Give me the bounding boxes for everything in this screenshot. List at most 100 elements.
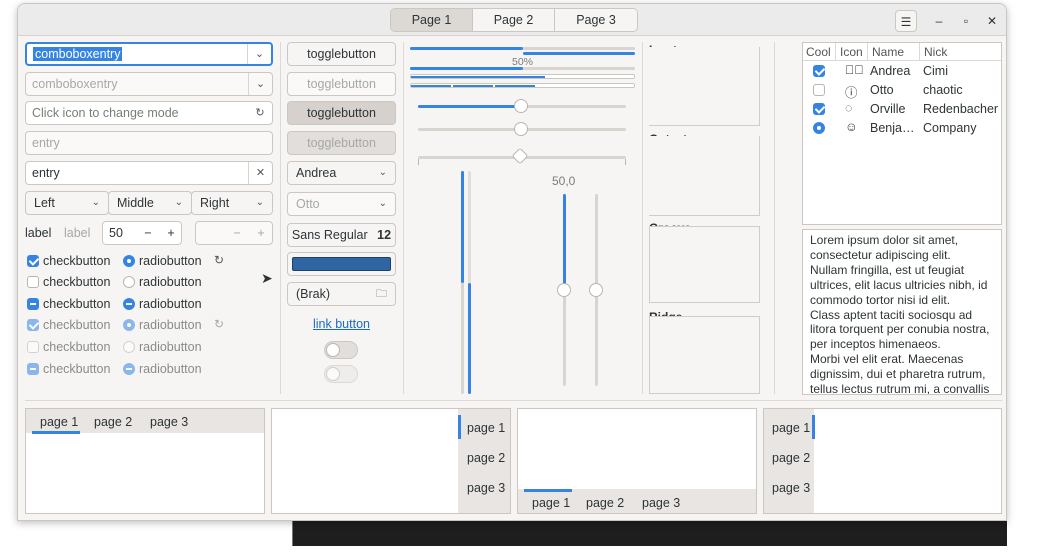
icon-entry[interactable]: Click icon to change mode ↻ [25, 101, 273, 125]
tab-page-1[interactable]: Page 1 [391, 9, 473, 31]
tree-row-2-nick: chaotic [923, 83, 963, 97]
column-header-icon[interactable]: Icon [840, 45, 863, 59]
radio-mixed[interactable] [123, 298, 135, 310]
window: Page 1 Page 2 Page 3 ☰ – ▫ ✕ comboboxent… [17, 3, 1007, 521]
notebook-2-tab-2[interactable]: page 2 [467, 451, 505, 465]
hscale-2-handle[interactable] [514, 122, 528, 136]
segment-right[interactable]: Right ⌄ [191, 191, 273, 215]
radiobutton-label: radiobutton [139, 254, 202, 268]
vprogress-2 [468, 171, 471, 394]
font-button[interactable]: Sans Regular 12 [287, 223, 396, 247]
minus-icon[interactable]: − [137, 222, 159, 244]
chevron-down-icon[interactable]: ⌄ [247, 44, 271, 64]
radio-unselected[interactable] [123, 276, 135, 288]
tab-page-3[interactable]: Page 3 [555, 9, 637, 31]
spin-button[interactable]: 50 − + [102, 221, 182, 245]
maximize-icon[interactable]: ▫ [955, 10, 977, 32]
text-line: tellus lectus rutrum mi, a convallis [810, 382, 990, 395]
notebook-2-tab-3[interactable]: page 3 [467, 481, 505, 495]
radio-selected[interactable] [813, 122, 825, 134]
checkbutton-6-disabled: checkbutton [27, 361, 110, 377]
frame-groove [649, 226, 760, 303]
entry-text: entry [32, 166, 60, 180]
notebook-1-tab-1[interactable]: page 1 [40, 415, 78, 429]
checkbutton-1[interactable]: checkbutton [27, 253, 110, 269]
notebook-3-tab-1[interactable]: page 1 [532, 496, 570, 510]
radiobutton-label: radiobutton [139, 297, 202, 311]
notebook-4-tab-2[interactable]: page 2 [772, 451, 810, 465]
link-button[interactable]: link button [287, 317, 396, 331]
spin-value: 50 [109, 226, 123, 240]
entry-disabled-placeholder: entry [32, 136, 60, 150]
clear-icon[interactable]: ✕ [248, 162, 272, 184]
combo-andrea[interactable]: Andrea ⌄ [287, 161, 396, 185]
color-button[interactable] [287, 252, 396, 276]
comboboxentry[interactable]: comboboxentry ⌄ [25, 42, 273, 66]
checkbutton-2[interactable]: checkbutton [27, 274, 110, 290]
radiobutton-1[interactable]: radiobutton [123, 253, 202, 269]
togglebutton-3-active[interactable]: togglebutton [287, 101, 396, 125]
column-header-cool[interactable]: Cool [806, 45, 831, 59]
progress-bar-3 [410, 67, 635, 70]
notebook-1-active-indicator [32, 431, 80, 434]
hamburger-icon[interactable]: ☰ [895, 10, 917, 32]
radio-unselected [123, 341, 135, 353]
checkbutton-3[interactable]: checkbutton [27, 296, 110, 312]
notebook-1-tab-3[interactable]: page 3 [150, 415, 188, 429]
radiobutton-label: radiobutton [139, 318, 202, 332]
refresh-icon[interactable]: ↻ [248, 102, 272, 124]
checkbox-unchecked[interactable] [813, 84, 825, 96]
chevron-down-icon: ⌄ [255, 197, 264, 208]
notebook-4-tab-3[interactable]: page 3 [772, 481, 810, 495]
checkbox-checked[interactable] [813, 103, 825, 115]
radiobutton-3[interactable]: radiobutton [123, 296, 202, 312]
radio-selected[interactable] [123, 255, 135, 267]
column-header-name[interactable]: Name [872, 45, 904, 59]
spin-button-disabled: − + [195, 221, 273, 245]
minimize-icon[interactable]: – [928, 10, 950, 32]
frame-inset [649, 47, 760, 126]
progress-bar-2 [410, 52, 635, 55]
notebook-3-tab-3[interactable]: page 3 [642, 496, 680, 510]
checkbox-unchecked[interactable] [27, 276, 39, 288]
file-chooser-button[interactable]: (Brak) 🗀 [287, 282, 396, 306]
comboboxentry-disabled: comboboxentry ⌄ [25, 72, 273, 96]
close-icon[interactable]: ✕ [981, 10, 1003, 32]
combo-entry-text: comboboxentry [33, 47, 123, 61]
checkbox-mixed[interactable] [27, 298, 39, 310]
text-line: dignissim, dui et pharetra rutrum, [810, 367, 986, 382]
column-header-nick[interactable]: Nick [924, 45, 947, 59]
folder-icon: 🗀 [376, 288, 387, 300]
file-chooser-value: (Brak) [296, 287, 331, 301]
vscale-2-handle[interactable] [589, 283, 603, 297]
notebook-4-tab-1[interactable]: page 1 [772, 421, 810, 435]
notebook-3-tab-2[interactable]: page 2 [586, 496, 624, 510]
tree-row-1-cool[interactable] [813, 65, 825, 80]
tab-page-2[interactable]: Page 2 [473, 9, 555, 31]
notebook-1-tab-2[interactable]: page 2 [94, 415, 132, 429]
hscale-3-marks [418, 159, 626, 165]
notebook-2-tab-1[interactable]: page 1 [467, 421, 505, 435]
segment-middle[interactable]: Middle ⌄ [108, 191, 192, 215]
switch-1[interactable] [324, 341, 358, 359]
checkbutton-4-disabled: checkbutton [27, 317, 110, 333]
checkbox-checked[interactable] [813, 65, 825, 77]
minus-icon: − [233, 226, 241, 240]
checkbox-checked[interactable] [27, 255, 39, 267]
radiobutton-2[interactable]: radiobutton [123, 274, 202, 290]
checkbutton-label: checkbutton [43, 297, 111, 311]
vscale-1-handle[interactable] [557, 283, 571, 297]
column-separator [403, 42, 404, 394]
segment-middle-label: Middle [117, 196, 154, 210]
segment-left[interactable]: Left ⌄ [25, 191, 109, 215]
hscale-1-handle[interactable] [514, 99, 528, 113]
text-view[interactable]: Lorem ipsum dolor sit amet, consectetur … [802, 229, 1002, 395]
font-name: Sans Regular [291, 228, 368, 242]
tree-row-2-cool[interactable] [813, 84, 825, 99]
entry[interactable]: entry ✕ [25, 161, 273, 185]
togglebutton-4-disabled: togglebutton [287, 131, 396, 155]
tree-row-3-cool[interactable] [813, 103, 825, 118]
togglebutton-1[interactable]: togglebutton [287, 42, 396, 66]
plus-icon[interactable]: + [160, 222, 181, 244]
tree-row-4-cool[interactable] [813, 122, 825, 137]
